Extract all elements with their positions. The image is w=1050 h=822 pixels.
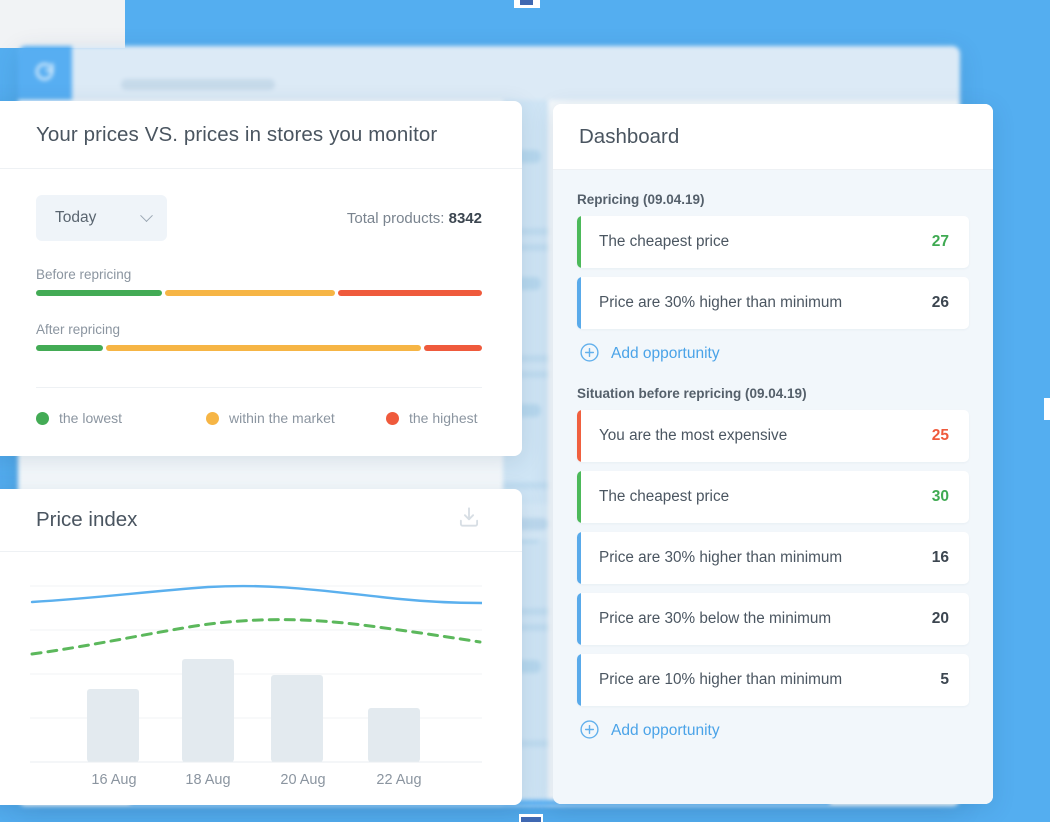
plus-circle-icon — [579, 719, 600, 743]
opportunity-row[interactable]: Price are 30% below the minimum 20 — [577, 593, 969, 645]
bar-label: Before repricing — [36, 267, 482, 282]
row-value: 25 — [932, 427, 969, 445]
dashboard-section-situation: Situation before repricing (09.04.19) Yo… — [577, 386, 969, 743]
chart-x-tick: 20 Aug — [280, 772, 325, 788]
dashboard-title: Dashboard — [579, 125, 679, 149]
legend-item-highest: the highest — [386, 410, 478, 426]
add-opportunity-label: Add opportunity — [611, 345, 720, 363]
chart-x-tick: 18 Aug — [185, 772, 230, 788]
opportunity-row[interactable]: You are the most expensive 25 — [577, 410, 969, 462]
bar-track — [36, 345, 482, 351]
prices-card-header: Your prices VS. prices in stores you mon… — [0, 101, 522, 169]
dashboard-header: Dashboard — [553, 104, 993, 170]
total-products-label: Total products: — [347, 210, 445, 227]
legend-dot-green — [36, 412, 49, 425]
prices-comparison-card: Your prices VS. prices in stores you mon… — [0, 101, 522, 456]
chart-line-your-price — [32, 586, 482, 603]
bar-label: After repricing — [36, 322, 482, 337]
segment-market — [106, 345, 420, 351]
row-label: Price are 30% below the minimum — [577, 610, 932, 628]
chevron-down-icon — [140, 209, 153, 222]
period-select[interactable]: Today — [36, 195, 167, 241]
row-label: The cheapest price — [577, 488, 932, 506]
chart-bar — [182, 659, 234, 762]
total-products-value: 8342 — [449, 210, 482, 227]
opportunity-row[interactable]: The cheapest price 30 — [577, 471, 969, 523]
download-icon[interactable] — [456, 505, 482, 536]
bottom-edge-notch-marker — [521, 817, 541, 822]
section-title: Repricing (09.04.19) — [577, 192, 969, 207]
chart-line-market-price — [32, 620, 480, 654]
row-value: 27 — [932, 233, 969, 251]
total-products: Total products: 8342 — [347, 210, 482, 227]
row-status-bar — [577, 410, 581, 462]
chart-bar — [368, 708, 420, 762]
bar-after-repricing: After repricing — [36, 322, 482, 351]
dashboard-body: Repricing (09.04.19) The cheapest price … — [553, 170, 993, 804]
price-index-chart: 16 Aug 18 Aug 20 Aug 22 Aug — [0, 552, 522, 799]
price-index-title: Price index — [36, 508, 137, 532]
bar-track — [36, 290, 482, 296]
add-opportunity-label: Add opportunity — [611, 722, 720, 740]
opportunity-row[interactable]: Price are 10% higher than minimum 5 — [577, 654, 969, 706]
chart-x-ticks: 16 Aug 18 Aug 20 Aug 22 Aug — [91, 772, 421, 788]
row-label: You are the most expensive — [577, 427, 932, 445]
row-value: 20 — [932, 610, 969, 628]
opportunity-row[interactable]: Price are 30% higher than minimum 26 — [577, 277, 969, 329]
legend-label: the lowest — [59, 410, 122, 426]
row-status-bar — [577, 216, 581, 268]
segment-lowest — [36, 345, 103, 351]
chart-svg: 16 Aug 18 Aug 20 Aug 22 Aug — [30, 574, 482, 794]
add-opportunity-button[interactable]: Add opportunity — [579, 719, 720, 743]
row-value: 30 — [932, 488, 969, 506]
opportunity-row[interactable]: The cheapest price 27 — [577, 216, 969, 268]
segment-lowest — [36, 290, 162, 296]
legend-label: within the market — [229, 410, 335, 426]
background-topbar — [18, 46, 960, 100]
legend-label: the highest — [409, 410, 478, 426]
segment-market — [165, 290, 336, 296]
right-edge-sliver — [1044, 398, 1050, 420]
legend: the lowest within the market the highest — [36, 387, 482, 426]
top-edge-notch-marker — [520, 0, 533, 5]
page-title: Your prices VS. prices in stores you mon… — [36, 123, 437, 147]
opportunity-row[interactable]: Price are 30% higher than minimum 16 — [577, 532, 969, 584]
plus-circle-icon — [579, 342, 600, 366]
chart-x-tick: 22 Aug — [376, 772, 421, 788]
row-label: The cheapest price — [577, 233, 932, 251]
backdrop-top-left-panel — [0, 0, 125, 48]
dashboard-card: Dashboard Repricing (09.04.19) The cheap… — [553, 104, 993, 804]
refresh-icon[interactable] — [18, 46, 72, 100]
segment-highest — [338, 290, 482, 296]
period-select-value: Today — [55, 209, 96, 227]
row-status-bar — [577, 654, 581, 706]
row-value: 16 — [932, 549, 969, 567]
bar-before-repricing: Before repricing — [36, 267, 482, 296]
chart-x-tick: 16 Aug — [91, 772, 136, 788]
legend-item-market: within the market — [206, 410, 386, 426]
add-opportunity-button[interactable]: Add opportunity — [579, 342, 720, 366]
row-label: Price are 10% higher than minimum — [577, 671, 940, 689]
segment-highest — [424, 345, 482, 351]
legend-item-lowest: the lowest — [36, 410, 206, 426]
row-label: Price are 30% higher than minimum — [577, 549, 932, 567]
chart-bar — [271, 675, 323, 762]
row-status-bar — [577, 532, 581, 584]
legend-dot-yellow — [206, 412, 219, 425]
row-value: 26 — [932, 294, 969, 312]
dashboard-section-repricing: Repricing (09.04.19) The cheapest price … — [577, 192, 969, 366]
section-title: Situation before repricing (09.04.19) — [577, 386, 969, 401]
row-value: 5 — [940, 671, 969, 689]
price-index-header: Price index — [0, 489, 522, 552]
row-status-bar — [577, 277, 581, 329]
row-label: Price are 30% higher than minimum — [577, 294, 932, 312]
chart-bar — [87, 689, 139, 762]
price-index-card: Price index — [0, 489, 522, 805]
row-status-bar — [577, 593, 581, 645]
background-title-placeholder — [121, 79, 275, 90]
row-status-bar — [577, 471, 581, 523]
legend-dot-red — [386, 412, 399, 425]
